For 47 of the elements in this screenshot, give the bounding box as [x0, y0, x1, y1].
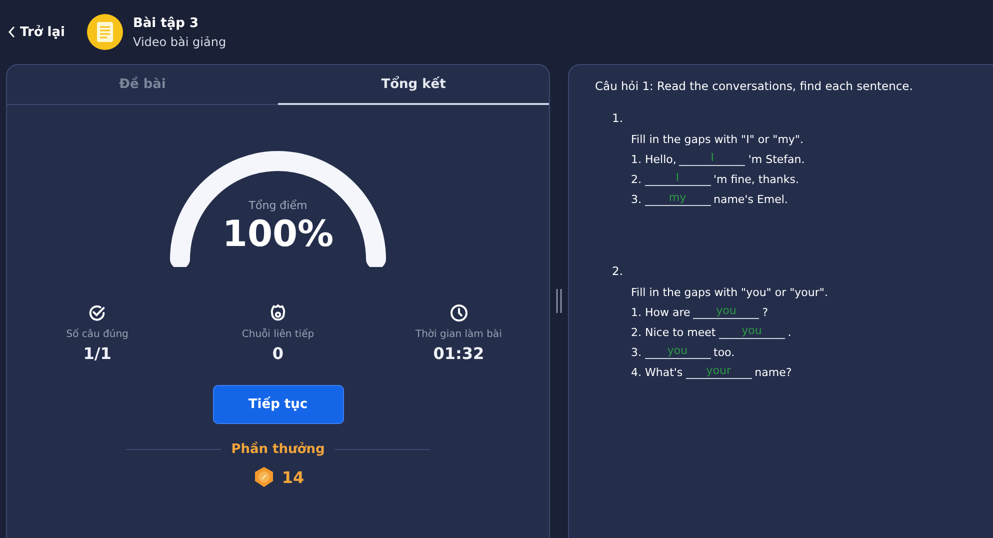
answer-blank: I — [679, 151, 746, 166]
score-value: 100% — [222, 214, 334, 255]
chevron-left-icon — [8, 26, 16, 38]
sentence-text: name? — [754, 366, 792, 379]
question-title: Câu hỏi 1: Read the conversations, find each sentence. — [595, 79, 914, 93]
sentence-text: too. — [714, 346, 735, 359]
answer-blank: you — [644, 344, 710, 359]
sentence-text: 4. What's — [631, 366, 683, 379]
answer-blank: your — [686, 364, 752, 379]
back-link[interactable]: Trở lại — [8, 24, 65, 40]
sentence-text: ? — [762, 306, 768, 319]
tab[interactable]: Đề bài — [7, 65, 278, 105]
part-number: 2. — [612, 264, 624, 278]
answer-blank: I — [644, 171, 710, 186]
answer-blank: you — [693, 304, 760, 319]
score-label: Tổng điểm — [248, 199, 308, 212]
sentence-text: 1. How are — [631, 306, 690, 319]
sentence-text: 'm fine, thanks. — [714, 173, 799, 186]
lesson-subtitle: Video bài giảng — [133, 34, 226, 48]
sentence-text: 'm Stefan. — [748, 153, 805, 166]
instruction-text: Fill in the gaps with "you" or "your". — [631, 286, 829, 299]
sentence-text: 2. Nice to meet — [631, 326, 716, 339]
stat-label: Chuỗi liên tiếp — [242, 329, 314, 340]
sentence-text: 3. — [631, 346, 642, 359]
stat-value: 01:32 — [433, 344, 484, 363]
check-circle-icon — [87, 303, 108, 323]
stat-value: 0 — [272, 344, 284, 363]
sentence-text: 3. — [631, 193, 642, 206]
reward-title: Phần thưởng — [231, 442, 325, 457]
stat-value: 1/1 — [83, 344, 112, 363]
stat-label: Số câu đúng — [66, 329, 128, 340]
stat-label: Thời gian làm bài — [415, 329, 502, 340]
answer-blank: you — [718, 324, 785, 339]
continue-button[interactable]: Tiếp tục — [212, 385, 344, 424]
answer-blank: my — [644, 191, 710, 206]
sentence-text: 1. Hello, — [631, 153, 676, 166]
sentence-text: . — [788, 326, 792, 339]
resize-handle-icon[interactable] — [556, 288, 562, 314]
document-icon — [96, 21, 114, 43]
instruction-text: Fill in the gaps with "I" or "my". — [631, 133, 804, 146]
reward-amount: 14 — [282, 468, 304, 486]
sentence-text: 2. — [631, 173, 642, 186]
part-number: 1. — [612, 111, 624, 125]
tab[interactable]: Tổng kết — [278, 65, 549, 105]
sentence-text: name's Emel. — [714, 193, 788, 206]
lesson-title: Bài tập 3 — [133, 16, 200, 30]
clock-icon — [448, 303, 469, 323]
